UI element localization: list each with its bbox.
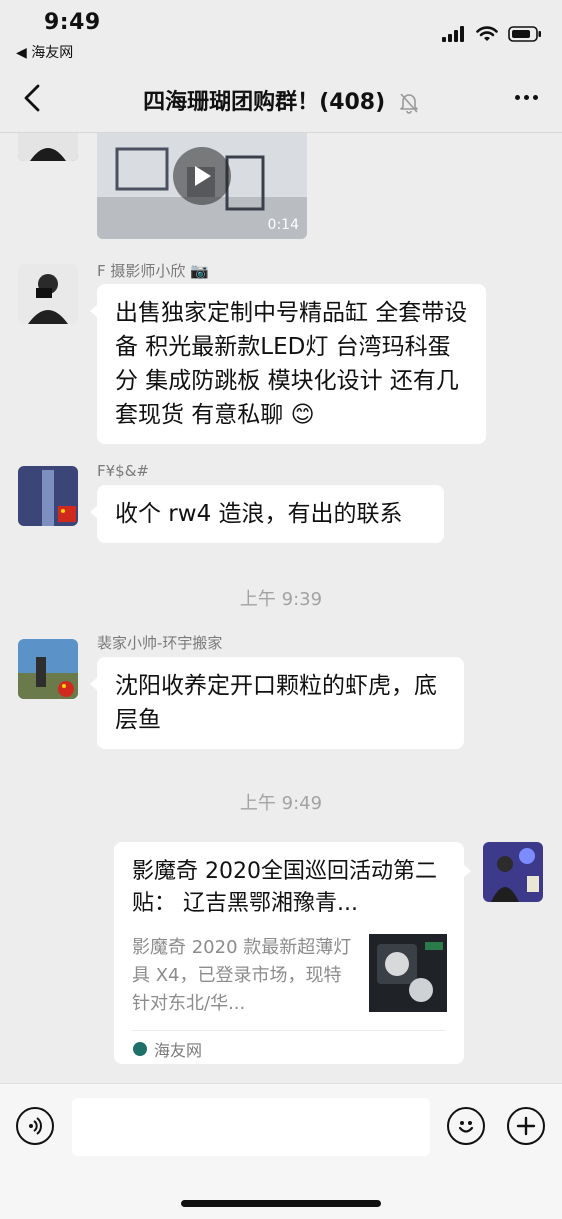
person-photo-icon (18, 133, 78, 161)
battery-icon (508, 26, 541, 42)
more-functions-button[interactable] (507, 1107, 545, 1145)
person-avatar-icon (18, 639, 78, 699)
avatar[interactable] (18, 466, 78, 526)
avatar[interactable] (18, 133, 78, 161)
message-bubble[interactable]: 收个 rw4 造浪，有出的联系 (90, 485, 444, 543)
chat-title-wrap: 四海珊瑚团购群！(408) (0, 84, 562, 116)
message-list[interactable]: 0:14 F 摄影师小欣 📷 出售独家定制中号精品缸 全套带设备 积光最新款LE… (0, 133, 562, 1083)
link-source-name: 海友网 (154, 1041, 203, 1060)
status-bar: 9:49 ◀ 海友网 (0, 0, 562, 66)
back-to-app-link[interactable]: ◀ 海友网 (16, 42, 73, 62)
self-avatar-icon (483, 842, 543, 902)
voice-icon (29, 1117, 42, 1135)
sender-name: 裴家小帅-环宇搬家 (97, 634, 223, 652)
link-source: 海友网 (132, 1037, 202, 1061)
home-indicator (181, 1200, 381, 1207)
chat-title: 四海珊瑚团购群！(408) (143, 90, 386, 115)
status-time: 9:49 (44, 10, 101, 35)
lamp-product-image (369, 934, 447, 1012)
photographer-avatar-icon (18, 264, 78, 324)
source-logo-icon (133, 1042, 147, 1056)
plus-icon (516, 1116, 536, 1136)
link-thumbnail (369, 934, 447, 1012)
link-description: 影魔奇 2020 款最新超薄灯具 X4，已登录市场，现特针对东北/华... (132, 937, 352, 1014)
mute-bell-icon (400, 93, 418, 114)
play-button[interactable] (173, 147, 231, 205)
link-title: 影魔奇 2020全国巡回活动第二贴： 辽吉黑鄂湘豫青... (132, 859, 437, 916)
link-divider (132, 1030, 446, 1031)
sender-name: F 摄影师小欣 📷 (97, 262, 209, 280)
avatar[interactable] (18, 264, 78, 324)
my-avatar[interactable] (483, 842, 543, 902)
message-bubble[interactable]: 沈阳收养定开口颗粒的虾虎，底层鱼 (90, 657, 464, 749)
sender-name: F¥$&# (97, 462, 149, 480)
voice-input-button[interactable] (16, 1107, 54, 1145)
building-avatar-icon (18, 466, 78, 526)
message-bubble[interactable]: 出售独家定制中号精品缸 全套带设备 积光最新款LED灯 台湾玛科蛋分 集成防跳板… (90, 284, 486, 444)
smiley-icon (458, 1121, 474, 1133)
play-icon (195, 166, 211, 186)
video-duration: 0:14 (267, 217, 299, 233)
more-dot-icon (514, 94, 520, 100)
signal-icon (442, 26, 464, 42)
wifi-icon (476, 26, 498, 41)
avatar[interactable] (18, 639, 78, 699)
time-divider: 上午 9:49 (239, 793, 323, 814)
message-input[interactable] (72, 1098, 430, 1156)
more-dot-icon (532, 94, 538, 100)
chat-header: 四海珊瑚团购群！(408) (0, 66, 562, 133)
input-bar (0, 1083, 562, 1219)
video-message[interactable]: 0:14 (97, 133, 307, 239)
status-icons (442, 24, 542, 44)
more-dot-icon (523, 94, 529, 100)
link-card-message[interactable]: 影魔奇 2020全国巡回活动第二贴： 辽吉黑鄂湘豫青... 影魔奇 2020 款… (114, 842, 471, 1064)
emoji-button[interactable] (447, 1107, 485, 1145)
time-divider: 上午 9:39 (239, 589, 323, 610)
more-options-button[interactable] (508, 82, 544, 112)
